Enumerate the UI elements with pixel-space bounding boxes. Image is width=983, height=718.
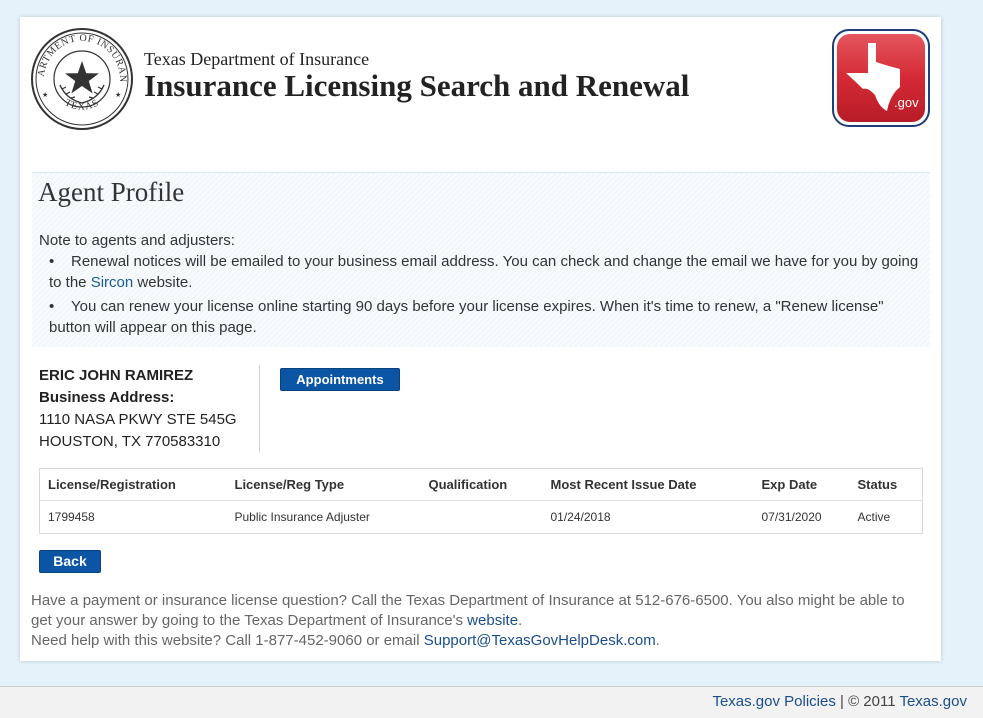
address-line-2: HOUSTON, TX 770583310 bbox=[39, 433, 221, 450]
col-header-exp-date: Exp Date bbox=[753, 468, 850, 501]
texas-gov-link[interactable]: Texas.gov bbox=[899, 693, 967, 710]
agency-name: Texas Department of Insurance bbox=[144, 49, 370, 69]
info-divider bbox=[259, 365, 260, 452]
help-line-payment: Have a payment or insurance license ques… bbox=[31, 591, 921, 631]
col-header-status: Status bbox=[849, 468, 923, 501]
note-list: • Renewal notices will be emailed to your… bbox=[39, 251, 919, 338]
business-address-label: Business Address: bbox=[39, 389, 175, 406]
support-email-link[interactable]: Support@TexasGovHelpDesk.com bbox=[424, 632, 656, 649]
note-email-suffix: website. bbox=[133, 274, 193, 291]
texas-gov-logo-icon[interactable]: .gov bbox=[832, 29, 930, 127]
agent-profile-section: Agent Profile Note to agents and adjuste… bbox=[32, 172, 930, 347]
cell-issue-date: 01/24/2018 bbox=[550, 510, 611, 524]
col-header-license: License/Registration bbox=[39, 468, 227, 501]
col-header-issue-date: Most Recent Issue Date bbox=[542, 468, 754, 501]
agent-note: Note to agents and adjusters: • Renewal n… bbox=[39, 230, 919, 341]
bullet-icon: • bbox=[49, 253, 55, 270]
agent-name: ERIC JOHN RAMIREZ bbox=[39, 367, 194, 384]
page-title: Agent Profile bbox=[38, 177, 185, 207]
svg-text:★: ★ bbox=[115, 91, 121, 99]
help-text: Have a payment or insurance license ques… bbox=[31, 591, 921, 651]
help-website-suffix: . bbox=[655, 632, 660, 649]
footer-text: Texas.gov Policies | © 2011 Texas.gov bbox=[712, 693, 967, 710]
texas-gov-logo-text: .gov bbox=[894, 95, 919, 110]
policies-link[interactable]: Texas.gov Policies bbox=[712, 693, 835, 710]
note-renewal-text: You can renew your license online starti… bbox=[49, 298, 884, 336]
help-payment-suffix: . bbox=[518, 612, 523, 629]
appointments-button[interactable]: Appointments bbox=[280, 368, 400, 391]
site-header: Texas Department of Insurance Insurance … bbox=[144, 49, 689, 103]
license-table: License/Registration License/Reg Type Qu… bbox=[39, 468, 923, 534]
agent-info: ERIC JOHN RAMIREZ Business Address: 1110… bbox=[39, 365, 237, 453]
back-button[interactable]: Back bbox=[39, 550, 101, 573]
help-line-website: Need help with this website? Call 1-877-… bbox=[31, 631, 921, 651]
sircon-link[interactable]: Sircon bbox=[91, 274, 134, 291]
page-app-title: Insurance Licensing Search and Renewal bbox=[144, 68, 690, 103]
note-item-email: • Renewal notices will be emailed to your… bbox=[39, 251, 919, 293]
note-item-renewal: • You can renew your license online start… bbox=[39, 296, 919, 338]
page-footer: Texas.gov Policies | © 2011 Texas.gov bbox=[0, 686, 983, 718]
svg-text:★: ★ bbox=[42, 91, 48, 99]
col-header-type: License/Reg Type bbox=[226, 468, 421, 501]
cell-qualification bbox=[421, 501, 543, 534]
main-card: DEPARTMENT OF INSURANCE TEXAS ★ ★ Texas … bbox=[20, 17, 941, 661]
bullet-icon: • bbox=[49, 298, 55, 315]
cell-exp-date: 07/31/2020 bbox=[761, 510, 822, 524]
help-website-text: Need help with this website? Call 1-877-… bbox=[31, 632, 424, 649]
address-line-1: 1110 NASA PKWY STE 545G bbox=[39, 411, 237, 428]
col-header-qualification: Qualification bbox=[420, 468, 543, 501]
cell-status: Active bbox=[857, 510, 891, 524]
cell-license-number: 1799458 bbox=[48, 510, 95, 524]
table-header-row: License/Registration License/Reg Type Qu… bbox=[39, 468, 923, 501]
cell-license-type: Public Insurance Adjuster bbox=[234, 510, 370, 524]
tdi-website-link[interactable]: website bbox=[467, 612, 518, 629]
table-row: 1799458 Public Insurance Adjuster 01/24/… bbox=[40, 501, 923, 534]
note-intro: Note to agents and adjusters: bbox=[39, 232, 235, 249]
footer-copyright: | © 2011 bbox=[835, 693, 900, 710]
tdi-seal-icon: DEPARTMENT OF INSURANCE TEXAS ★ ★ bbox=[30, 27, 133, 130]
